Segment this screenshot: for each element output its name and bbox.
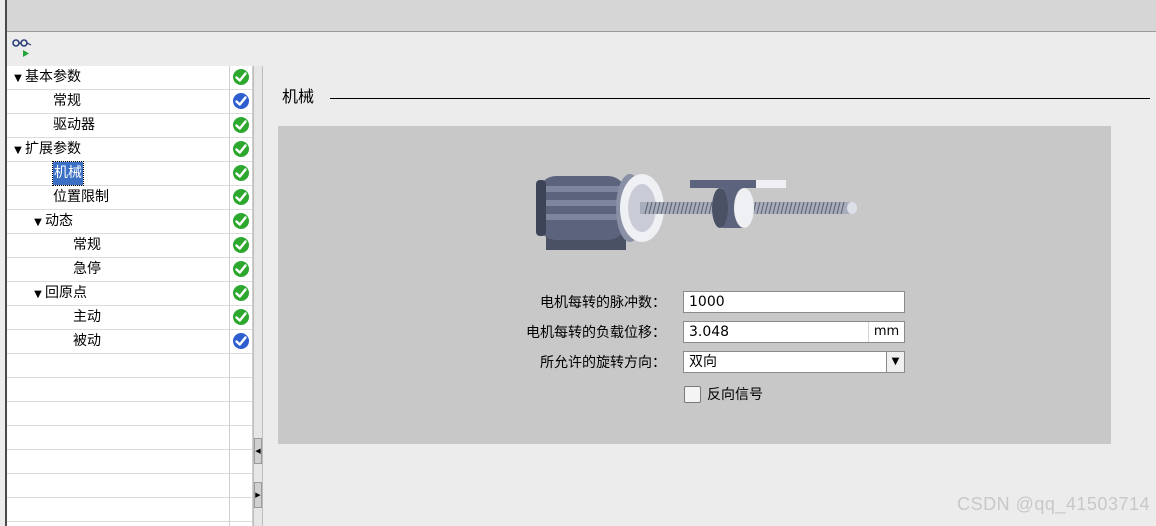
- load-per-rev-input[interactable]: 3.048 mm: [683, 321, 905, 343]
- status-empty-cell: [230, 498, 252, 522]
- tree-item[interactable]: 急停: [7, 258, 229, 282]
- left-edge-border: [0, 0, 7, 526]
- status-empty-cell: [230, 402, 252, 426]
- tree-item-label: 扩展参数: [25, 141, 81, 157]
- check-circle-icon: [233, 237, 249, 253]
- tree-item-label: 常规: [53, 93, 81, 109]
- tree-item-label: 常规: [73, 237, 101, 253]
- status-empty-cell: [230, 378, 252, 402]
- load-unit: mm: [868, 322, 904, 342]
- pulses-per-rev-input[interactable]: 1000: [683, 291, 905, 313]
- check-circle-icon: [233, 213, 249, 229]
- expand-arrow-icon[interactable]: ▼: [11, 67, 25, 90]
- check-circle-icon: [233, 189, 249, 205]
- chevron-down-icon[interactable]: ▼: [886, 352, 904, 372]
- check-circle-blue-icon: [233, 333, 249, 349]
- motor-leadscrew-diagram-icon: [536, 174, 857, 250]
- status-empty-cell: [230, 426, 252, 450]
- check-circle-icon: [233, 141, 249, 157]
- glasses-play-icon[interactable]: [10, 37, 36, 59]
- tree-item[interactable]: ▼ 动态: [7, 210, 229, 234]
- section-divider: [330, 98, 1150, 99]
- status-cell: [230, 66, 252, 90]
- tree-item-label: 位置限制: [53, 189, 109, 205]
- tree-empty-row: [7, 426, 229, 450]
- tree-item-label: 动态: [45, 213, 73, 229]
- rotation-direction-label: 所允许的旋转方向：: [540, 355, 666, 371]
- title-bar: [0, 0, 1156, 32]
- check-circle-icon: [233, 309, 249, 325]
- status-cell: [230, 138, 252, 162]
- tree-item-label: 主动: [73, 309, 101, 325]
- status-cell: [230, 282, 252, 306]
- watermark: CSDN @qq_41503714: [957, 494, 1150, 514]
- section-title: 机械: [282, 87, 315, 106]
- status-cell: [230, 258, 252, 282]
- tree-item-label: 被动: [73, 333, 101, 349]
- status-cell: [230, 306, 252, 330]
- rotation-direction-value: 双向: [689, 354, 717, 370]
- tree-empty-row: [7, 474, 229, 498]
- tree-item[interactable]: 常规: [7, 90, 229, 114]
- expand-arrow-icon[interactable]: ▼: [31, 211, 45, 234]
- status-empty-cell: [230, 474, 252, 498]
- navigation-tree: ▼ 基本参数 常规 驱动器 ▼ 扩展参数 机械 位置限制 ▼ 动态 常规 急停 ▼ 回原点 主动 被动: [7, 66, 229, 526]
- check-circle-icon: [233, 69, 249, 85]
- check-circle-icon: [233, 261, 249, 277]
- status-cell: [230, 162, 252, 186]
- tree-item[interactable]: ▼ 基本参数: [7, 66, 229, 90]
- tree-empty-row: [7, 378, 229, 402]
- pulses-per-rev-value: 1000: [689, 294, 725, 310]
- expand-arrow-icon[interactable]: ▼: [31, 283, 45, 306]
- status-cell: [230, 90, 252, 114]
- tree-item-label: 回原点: [45, 285, 87, 301]
- status-cell: [230, 330, 252, 354]
- status-empty-cell: [230, 354, 252, 378]
- invert-signal-checkbox[interactable]: [684, 386, 701, 403]
- tree-item[interactable]: 机械: [7, 161, 229, 186]
- status-cell: [230, 210, 252, 234]
- tree-empty-row: [7, 354, 229, 378]
- tree-item-label: 驱动器: [53, 117, 95, 133]
- status-cell: [230, 234, 252, 258]
- tree-item[interactable]: 位置限制: [7, 186, 229, 210]
- tree-item[interactable]: 常规: [7, 234, 229, 258]
- tree-item-label: 基本参数: [25, 69, 81, 85]
- tree-empty-row: [7, 450, 229, 474]
- check-circle-icon: [233, 117, 249, 133]
- tree-item[interactable]: 主动: [7, 306, 229, 330]
- tree-item[interactable]: ▼ 回原点: [7, 282, 229, 306]
- check-circle-icon: [233, 165, 249, 181]
- tree-empty-row: [7, 498, 229, 522]
- scroll-left-icon[interactable]: ◀: [254, 438, 262, 464]
- mechanics-panel: 电机每转的脉冲数： 1000 电机每转的负载位移： 3.048 mm 所允许的旋…: [278, 126, 1111, 444]
- tree-empty-row: [7, 402, 229, 426]
- invert-signal-label: 反向信号: [707, 387, 763, 403]
- tree-scrollbar[interactable]: ◀ ▶: [253, 66, 263, 526]
- check-circle-icon: [233, 285, 249, 301]
- pulses-per-rev-label: 电机每转的脉冲数：: [540, 295, 666, 311]
- tree-item[interactable]: ▼ 扩展参数: [7, 138, 229, 162]
- status-cell: [230, 186, 252, 210]
- status-cell: [230, 114, 252, 138]
- toolbar: [0, 33, 1156, 63]
- tree-item-label: 机械: [52, 161, 84, 186]
- check-circle-blue-icon: [233, 93, 249, 109]
- status-empty-cell: [230, 450, 252, 474]
- load-per-rev-value: 3.048: [689, 324, 730, 340]
- expand-arrow-icon[interactable]: ▼: [11, 139, 25, 162]
- tree-item[interactable]: 被动: [7, 330, 229, 354]
- status-column: [229, 66, 253, 526]
- tree-item-label: 急停: [73, 261, 101, 277]
- rotation-direction-select[interactable]: 双向 ▼: [683, 351, 905, 373]
- load-per-rev-label: 电机每转的负载位移：: [526, 325, 666, 341]
- scroll-right-icon[interactable]: ▶: [254, 482, 262, 508]
- tree-item[interactable]: 驱动器: [7, 114, 229, 138]
